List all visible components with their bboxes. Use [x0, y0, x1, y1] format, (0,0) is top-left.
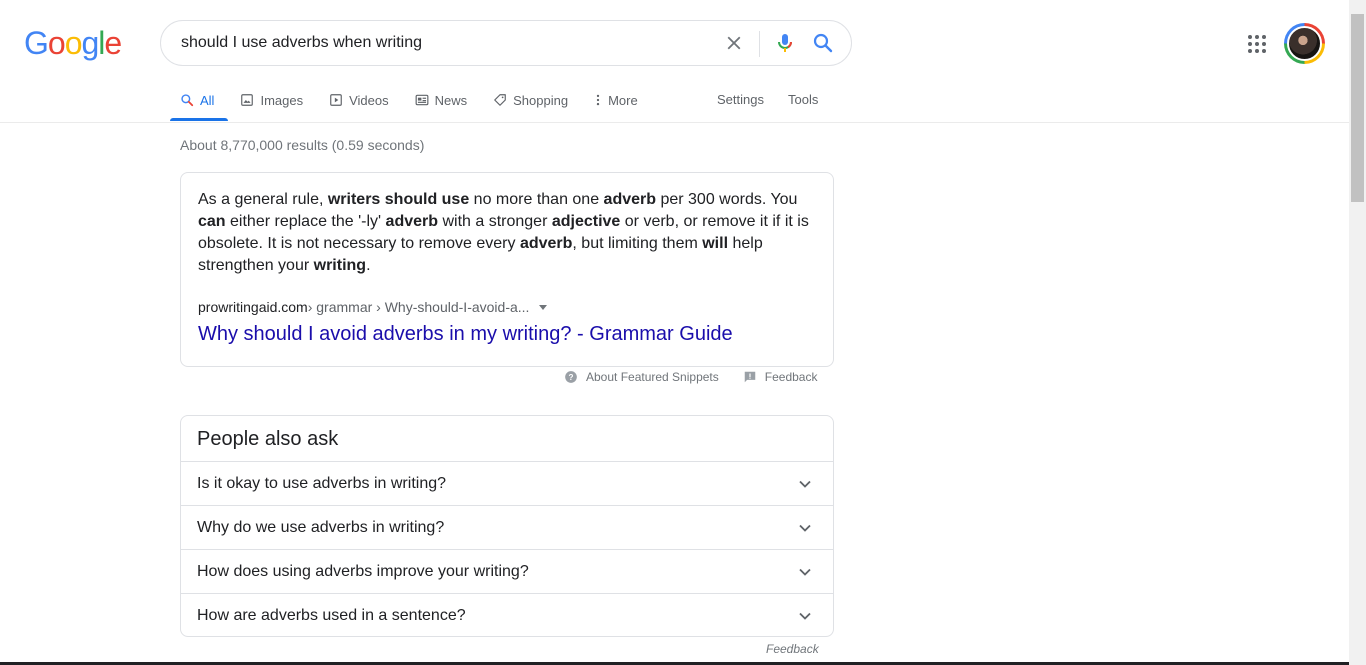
snippet-segment: , but limiting them [572, 235, 703, 252]
search-divider [759, 31, 760, 57]
snippet-segment: . [366, 257, 371, 274]
result-stats: About 8,770,000 results (0.59 seconds) [180, 137, 425, 153]
chevron-down-icon [799, 612, 811, 620]
snippet-meta: ? About Featured Snippets Feedback [564, 370, 817, 384]
help-icon: ? [565, 371, 577, 383]
feedback-icon [744, 371, 756, 383]
snippet-segment: either replace the '-ly' [225, 213, 386, 230]
cite-site: prowritingaid.com [198, 299, 308, 315]
logo-letter: o [64, 25, 83, 61]
snippet-feedback-link[interactable]: Feedback [743, 370, 818, 384]
avatar-image [1287, 26, 1322, 61]
tab-label: All [200, 92, 215, 108]
tag-icon [494, 94, 506, 106]
search-tabs: All Images Videos News Shopping More [170, 84, 654, 122]
tab-all[interactable]: All [170, 84, 214, 116]
paa-question[interactable]: Why do we use adverbs in writing? [181, 505, 833, 549]
paa-question-text: Is it okay to use adverbs in writing? [197, 474, 447, 492]
snippet-segment: with a stronger [438, 213, 552, 230]
cite-path: › grammar › Why-should-I-avoid-a... [307, 299, 530, 315]
tab-images[interactable]: Images [230, 84, 303, 116]
cite-menu-caret-icon[interactable] [539, 304, 548, 310]
google-logo[interactable]: Google [24, 25, 122, 61]
snippet-segment: adverb [603, 191, 657, 208]
search-icon[interactable] [811, 31, 835, 55]
tools-link[interactable]: Tools [788, 92, 818, 107]
snippet-segment: no more than one [469, 191, 604, 208]
snippet-segment: adverb [385, 213, 439, 230]
paa-question[interactable]: How does using adverbs improve your writ… [181, 549, 833, 593]
search-box[interactable]: should I use adverbs when writing [160, 20, 852, 66]
paa-question-text: Why do we use adverbs in writing? [197, 518, 445, 536]
play-icon [330, 94, 342, 106]
snippet-text: As a general rule, writers should use no… [198, 189, 818, 277]
snippet-segment: adverb [519, 235, 573, 252]
search-icon [181, 94, 194, 107]
tab-label: Images [260, 92, 304, 108]
chevron-down-icon [799, 480, 811, 488]
logo-letter: g [81, 25, 99, 61]
tab-videos[interactable]: Videos [319, 84, 389, 116]
logo-letter: G [24, 25, 49, 61]
image-icon [241, 94, 254, 106]
search-tools: Settings Tools [717, 92, 842, 107]
paa-question-text: How are adverbs used in a sentence? [197, 606, 466, 624]
tab-label: News [434, 92, 468, 108]
snippet-cite: prowritingaid.com › grammar › Why-should… [198, 299, 548, 315]
tab-label: More [608, 92, 638, 108]
snippet-segment: can [198, 213, 226, 230]
header-divider [0, 122, 1349, 123]
snippet-segment: writing [313, 257, 367, 274]
svg-text:?: ? [569, 373, 574, 382]
snippet-segment: per 300 words. You [656, 191, 798, 208]
tab-label: Videos [349, 92, 389, 108]
tab-shopping[interactable]: Shopping [483, 84, 568, 116]
paa-feedback-link[interactable]: Feedback [766, 642, 819, 656]
about-label: About Featured Snippets [586, 370, 719, 384]
tab-news[interactable]: News [405, 84, 468, 116]
about-featured-snippets-link[interactable]: ? About Featured Snippets [564, 370, 719, 384]
account-avatar[interactable] [1284, 23, 1325, 64]
paa-question[interactable]: How are adverbs used in a sentence? [181, 593, 833, 637]
featured-snippet: As a general rule, writers should use no… [180, 172, 834, 367]
chevron-down-icon [799, 568, 811, 576]
chevron-down-icon [799, 524, 811, 532]
snippet-title-link[interactable]: Why should I avoid adverbs in my writing… [198, 323, 733, 346]
microphone-icon[interactable] [773, 31, 797, 55]
page-scrollbar[interactable] [1349, 0, 1366, 665]
logo-letter: e [104, 25, 122, 61]
snippet-segment: will [702, 235, 729, 252]
feedback-label: Feedback [764, 370, 818, 384]
snippet-segment: As a general rule, [198, 191, 328, 208]
tab-label: Shopping [513, 92, 569, 108]
clear-icon[interactable] [723, 32, 745, 54]
logo-letter: o [47, 25, 66, 61]
settings-link[interactable]: Settings [717, 92, 764, 107]
active-tab-indicator [170, 118, 228, 121]
paa-question[interactable]: Is it okay to use adverbs in writing? [181, 461, 833, 505]
snippet-segment: writers should use [327, 191, 470, 208]
paa-title: People also ask [197, 428, 339, 450]
apps-grid-icon[interactable] [1246, 33, 1268, 55]
people-also-ask: People also ask Is it okay to use adverb… [180, 415, 834, 637]
more-vert-icon [596, 94, 600, 106]
paa-question-text: How does using adverbs improve your writ… [197, 562, 529, 580]
snippet-segment: adjective [551, 213, 621, 230]
news-icon [415, 94, 429, 106]
scrollbar-thumb[interactable] [1351, 14, 1364, 202]
tab-more[interactable]: More [584, 84, 638, 116]
search-input[interactable]: should I use adverbs when writing [181, 34, 422, 52]
